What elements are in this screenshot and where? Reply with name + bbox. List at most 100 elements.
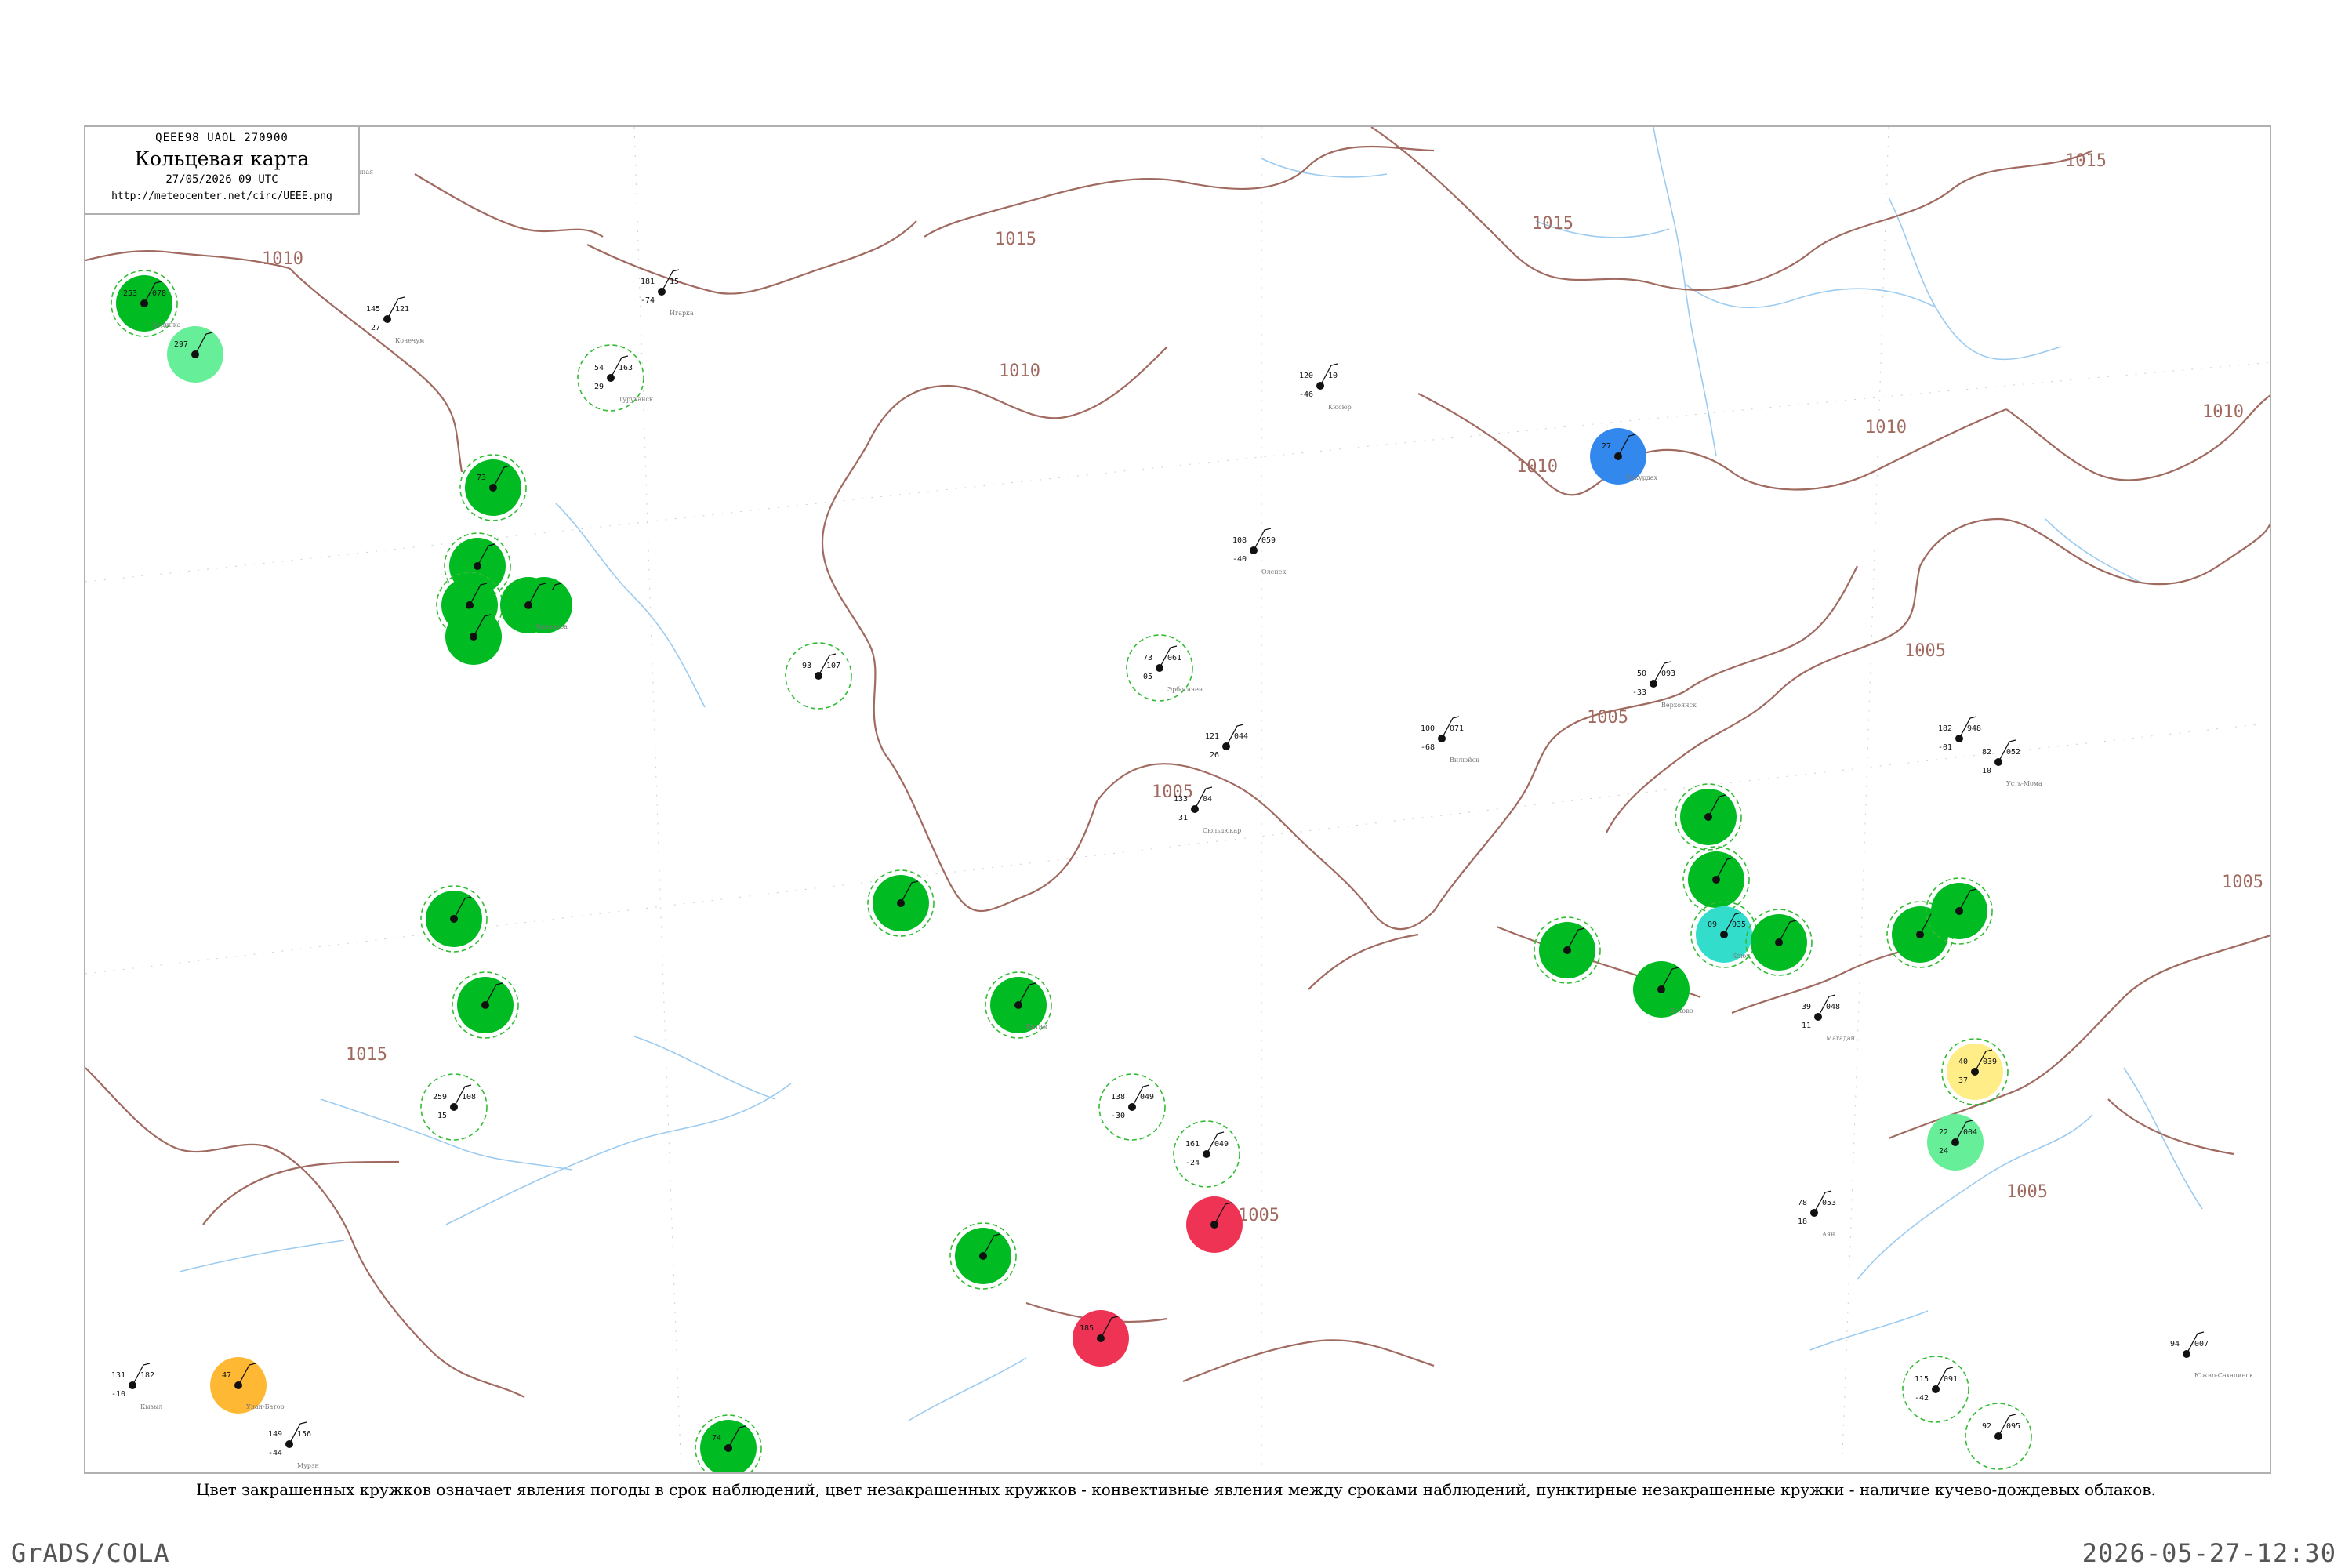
station-pressure: 091	[1944, 1375, 1958, 1384]
station-31168: 78 053 18 Аян	[1798, 1190, 1836, 1238]
station-23274: 181 15 -74 Игарка	[641, 269, 694, 317]
map-canvas: 1010 1015 1015 1015 1010 1010 1010 1010 …	[85, 127, 2270, 1472]
station-name: Южно-Сахалинск	[2194, 1372, 2253, 1379]
isobar-label: 1010	[262, 249, 303, 269]
station-24817: 73 061 05 Эрбогачен	[1126, 634, 1203, 702]
station-30230	[867, 869, 935, 937]
station-dewpoint: 05	[1143, 673, 1152, 681]
station-name: Мурэн	[297, 1462, 319, 1469]
station-temperature: 297	[174, 340, 188, 349]
station-temperature: 54	[594, 364, 604, 372]
station-24671	[1682, 846, 1750, 913]
station-25206: 27 Чокурдах	[1590, 428, 1658, 485]
station-pressure: 061	[1167, 654, 1181, 662]
station-temperature: 40	[1958, 1058, 1968, 1066]
map-date: 27/05/2026 09 UTC	[165, 173, 278, 186]
station-31112: 39 048 11 Магадан	[1802, 994, 1855, 1042]
station-dewpoint: 26	[1210, 751, 1219, 760]
station-pressure: 15	[670, 278, 679, 286]
station-temperature: 259	[433, 1093, 447, 1102]
station-pressure: 052	[2006, 748, 2020, 757]
station-name: Оленек	[1261, 568, 1286, 575]
station-temperature: 09	[1708, 920, 1717, 929]
station-temperature: 22	[1939, 1128, 1948, 1137]
station-31096: 22 004 24	[1927, 1114, 1984, 1171]
station-dewpoint: 29	[594, 383, 604, 391]
station-24125: 108 059 -40 Оленек	[1232, 528, 1286, 575]
station-pressure: 049	[1214, 1140, 1229, 1149]
station-pressure: 048	[1826, 1003, 1840, 1011]
station-30554	[949, 1222, 1017, 1290]
station-dewpoint: -42	[1915, 1394, 1929, 1403]
station-temperature: 82	[1982, 748, 1991, 757]
station-temperature: 161	[1185, 1140, 1200, 1149]
isobar-label: 1005	[2222, 873, 2263, 892]
station-pressure: 10	[1328, 372, 1338, 380]
station-dewpoint: 31	[1178, 814, 1188, 822]
station-name: Магадан	[1826, 1035, 1855, 1042]
station-dewpoint: 18	[1798, 1218, 1807, 1226]
station-dewpoint: -46	[1299, 390, 1313, 399]
station-30777	[1186, 1196, 1243, 1253]
station-23552: 73	[459, 454, 527, 521]
station-dewpoint: 24	[1939, 1147, 1948, 1156]
station-dewpoint: -68	[1421, 743, 1435, 752]
station-pressure: 182	[140, 1371, 154, 1380]
isobar-label: 1005	[1587, 708, 1628, 728]
station-dewpoint: 27	[371, 324, 380, 332]
station-24266: 50 093 -33 Верхоянск	[1632, 661, 1697, 709]
station-pressure: 108	[462, 1093, 476, 1102]
station-pressure: 156	[297, 1430, 311, 1439]
footer-software: GrADS/COLA	[11, 1538, 170, 1568]
station-32150: 94 007 Южно-Сахалинск	[2170, 1331, 2253, 1379]
station-pressure: 049	[1140, 1093, 1154, 1102]
station-temperature: 50	[1637, 670, 1646, 678]
station-24507: 93 107	[785, 642, 852, 710]
map-url: http://meteocenter.net/circ/UEEE.png	[111, 191, 332, 202]
isobar-label: 1010	[1516, 457, 1558, 477]
isobar-label: 1015	[995, 230, 1036, 249]
station-temperature: 108	[1232, 536, 1247, 545]
station-23383: 145 121 27 Кочечум	[366, 296, 424, 344]
station-pressure: 071	[1450, 724, 1464, 733]
station-30710: 185	[1073, 1310, 1129, 1367]
station-dewpoint: -30	[1111, 1112, 1125, 1120]
isobar-label: 1015	[1532, 214, 1573, 234]
station-name: Туруханск	[619, 396, 653, 403]
station-temperature: 78	[1798, 1199, 1807, 1207]
station-temperature: 145	[366, 305, 380, 314]
bulletin-code: QEEE98 UAOL 270900	[155, 132, 289, 144]
station-44231: 149 156 -44 Мурэн	[268, 1421, 319, 1469]
station-pressure: 121	[395, 305, 409, 314]
station-pressure: 035	[1732, 920, 1746, 929]
station-name: Верхоянск	[1661, 702, 1697, 709]
station-pressure: 053	[1822, 1199, 1836, 1207]
station-name: Сюльдюкар	[1203, 827, 1241, 834]
station-temperature: 39	[1802, 1003, 1811, 1011]
station-dewpoint: -10	[111, 1390, 125, 1399]
station-temperature: 115	[1915, 1375, 1929, 1384]
station-temperature: 94	[2170, 1340, 2180, 1348]
station-pressure: 007	[2194, 1340, 2209, 1348]
legend-caption: Цвет закрашенных кружков означает явлени…	[196, 1480, 2156, 1499]
isobar-label: 1010	[1865, 418, 1907, 437]
station-30830: 74	[695, 1414, 762, 1472]
station-23078: 253 078 Дудинка	[111, 270, 181, 337]
station-temperature: 121	[1205, 732, 1219, 741]
station-pressure: 163	[619, 364, 633, 372]
station-pressure: 004	[1963, 1128, 1977, 1137]
station-25400: 82 052 10 Усть-Мома	[1982, 739, 2042, 787]
station-name: Аян	[1822, 1231, 1835, 1238]
isobar-label: 1015	[2065, 151, 2107, 171]
station-36096: 131 182 -10 Кызыл	[111, 1363, 162, 1410]
station-name: Дудинка	[152, 321, 181, 328]
station-30821: 161 049 -24	[1173, 1120, 1240, 1188]
station-31026: 40 039 37	[1941, 1038, 2009, 1105]
station-dewpoint: -33	[1632, 688, 1646, 697]
station-dewpoint: -01	[1938, 743, 1952, 752]
station-29612	[420, 885, 488, 953]
station-24639: 121 044 26	[1205, 724, 1248, 760]
station-pressure: 095	[2006, 1422, 2020, 1431]
station-temperature: 182	[1938, 724, 1952, 733]
station-24959	[1534, 916, 1601, 984]
